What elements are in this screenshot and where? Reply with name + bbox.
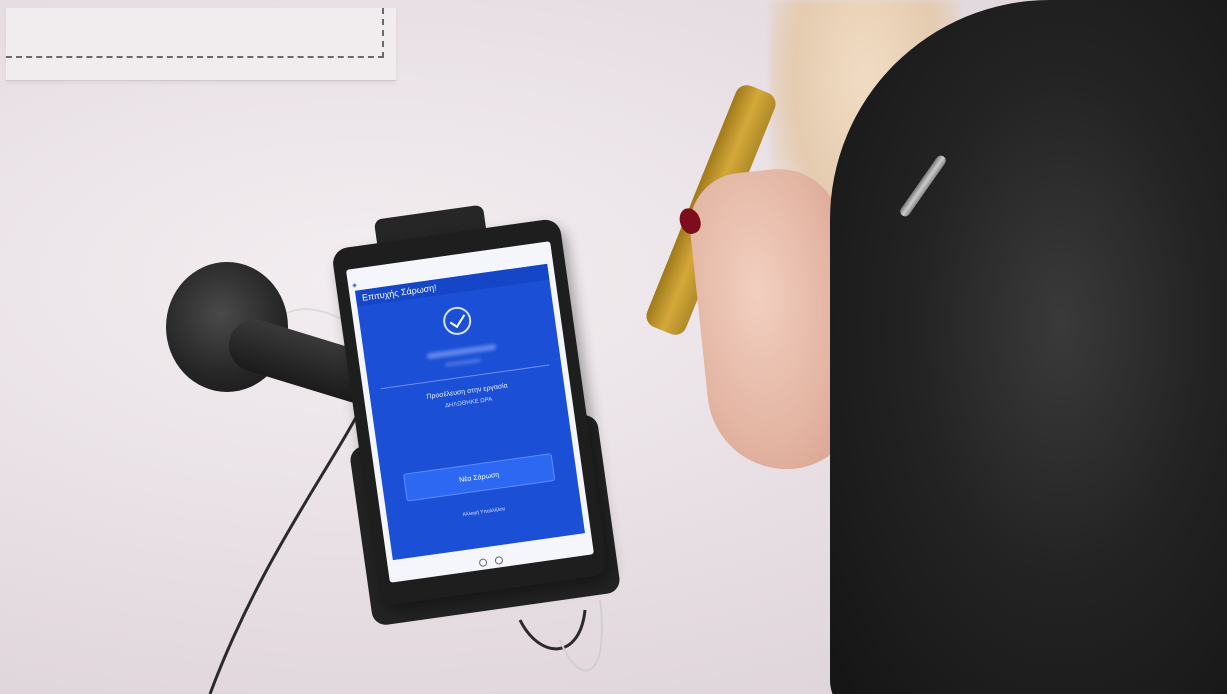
blurred-employee-name <box>426 343 497 360</box>
app-logo-icon: ◈ <box>351 282 358 289</box>
blurred-employee-id <box>444 358 482 367</box>
new-scan-button[interactable]: Νέα Σάρωση <box>402 453 556 502</box>
checkmark-icon <box>441 305 474 337</box>
change-employee-link[interactable]: Αλλαγή Υπαλλήλου <box>388 496 581 529</box>
tablet-screen: ◈ Επιτυχής Σάρωση! Προσέλευση στην εργασ… <box>346 241 594 583</box>
nav-home-icon[interactable] <box>494 555 504 565</box>
photo-scene: ◈ Επιτυχής Σάρωση! Προσέλευση στην εργασ… <box>0 0 1227 694</box>
black-leather-jacket <box>830 0 1227 694</box>
success-panel: Επιτυχής Σάρωση! Προσέλευση στην εργασία… <box>355 263 585 561</box>
nav-back-icon[interactable] <box>478 558 488 568</box>
